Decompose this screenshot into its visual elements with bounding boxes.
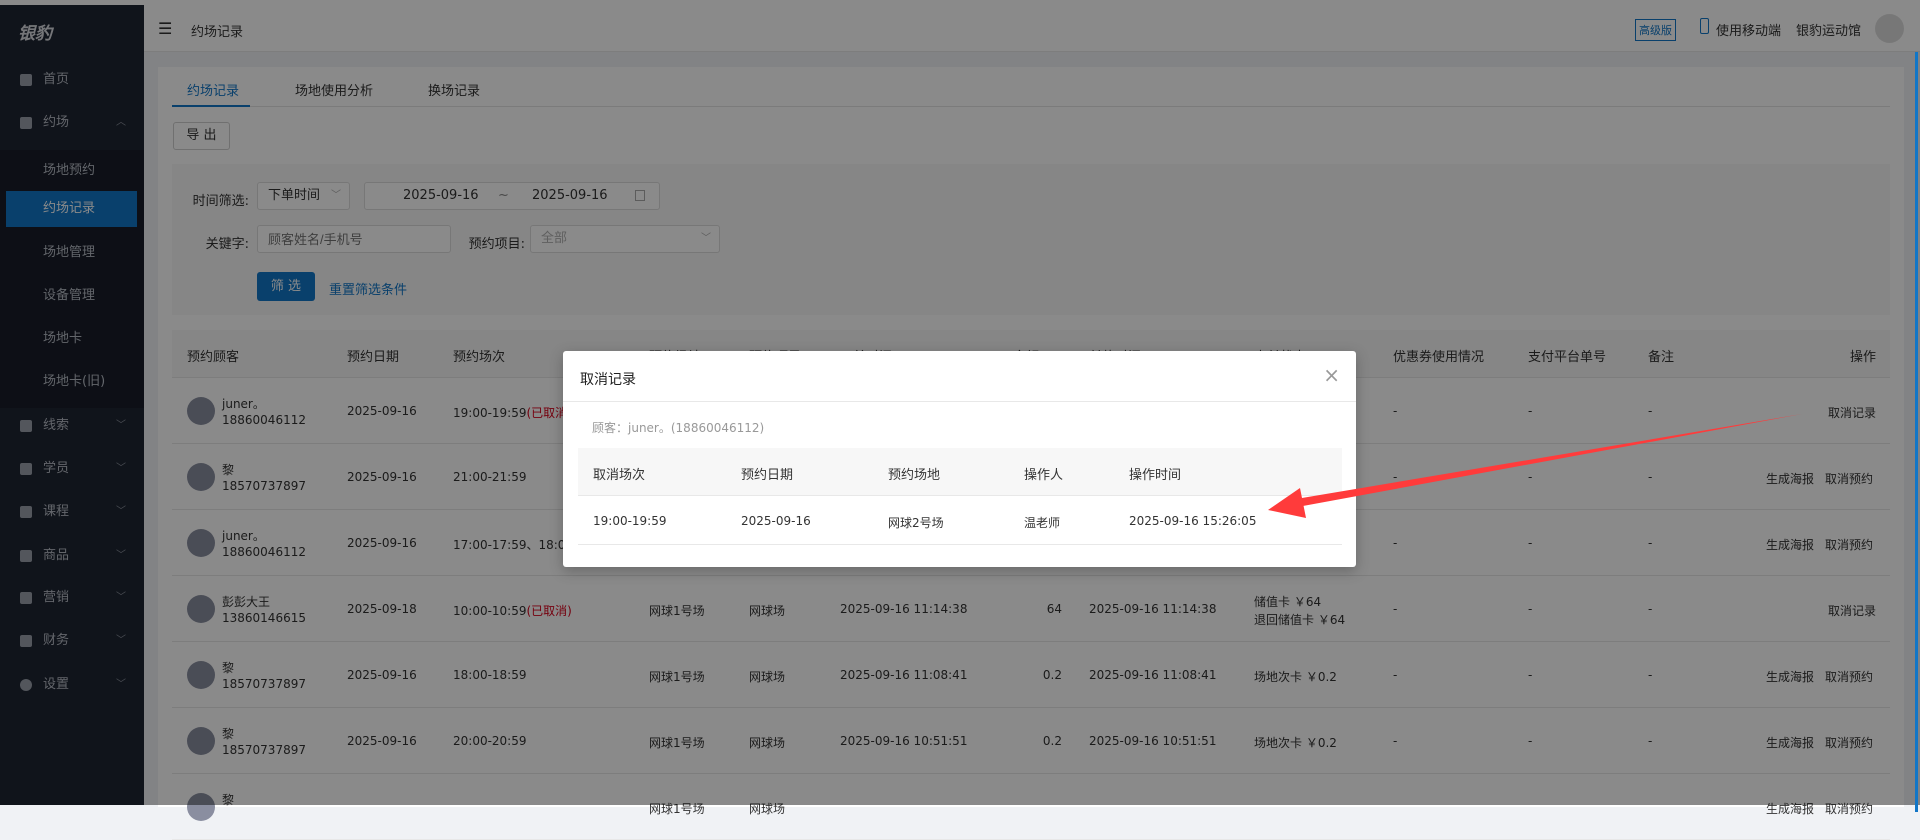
arrow-shaft (1290, 414, 1802, 508)
annotation-arrow (1268, 414, 1802, 518)
arrow-head (1268, 488, 1306, 518)
